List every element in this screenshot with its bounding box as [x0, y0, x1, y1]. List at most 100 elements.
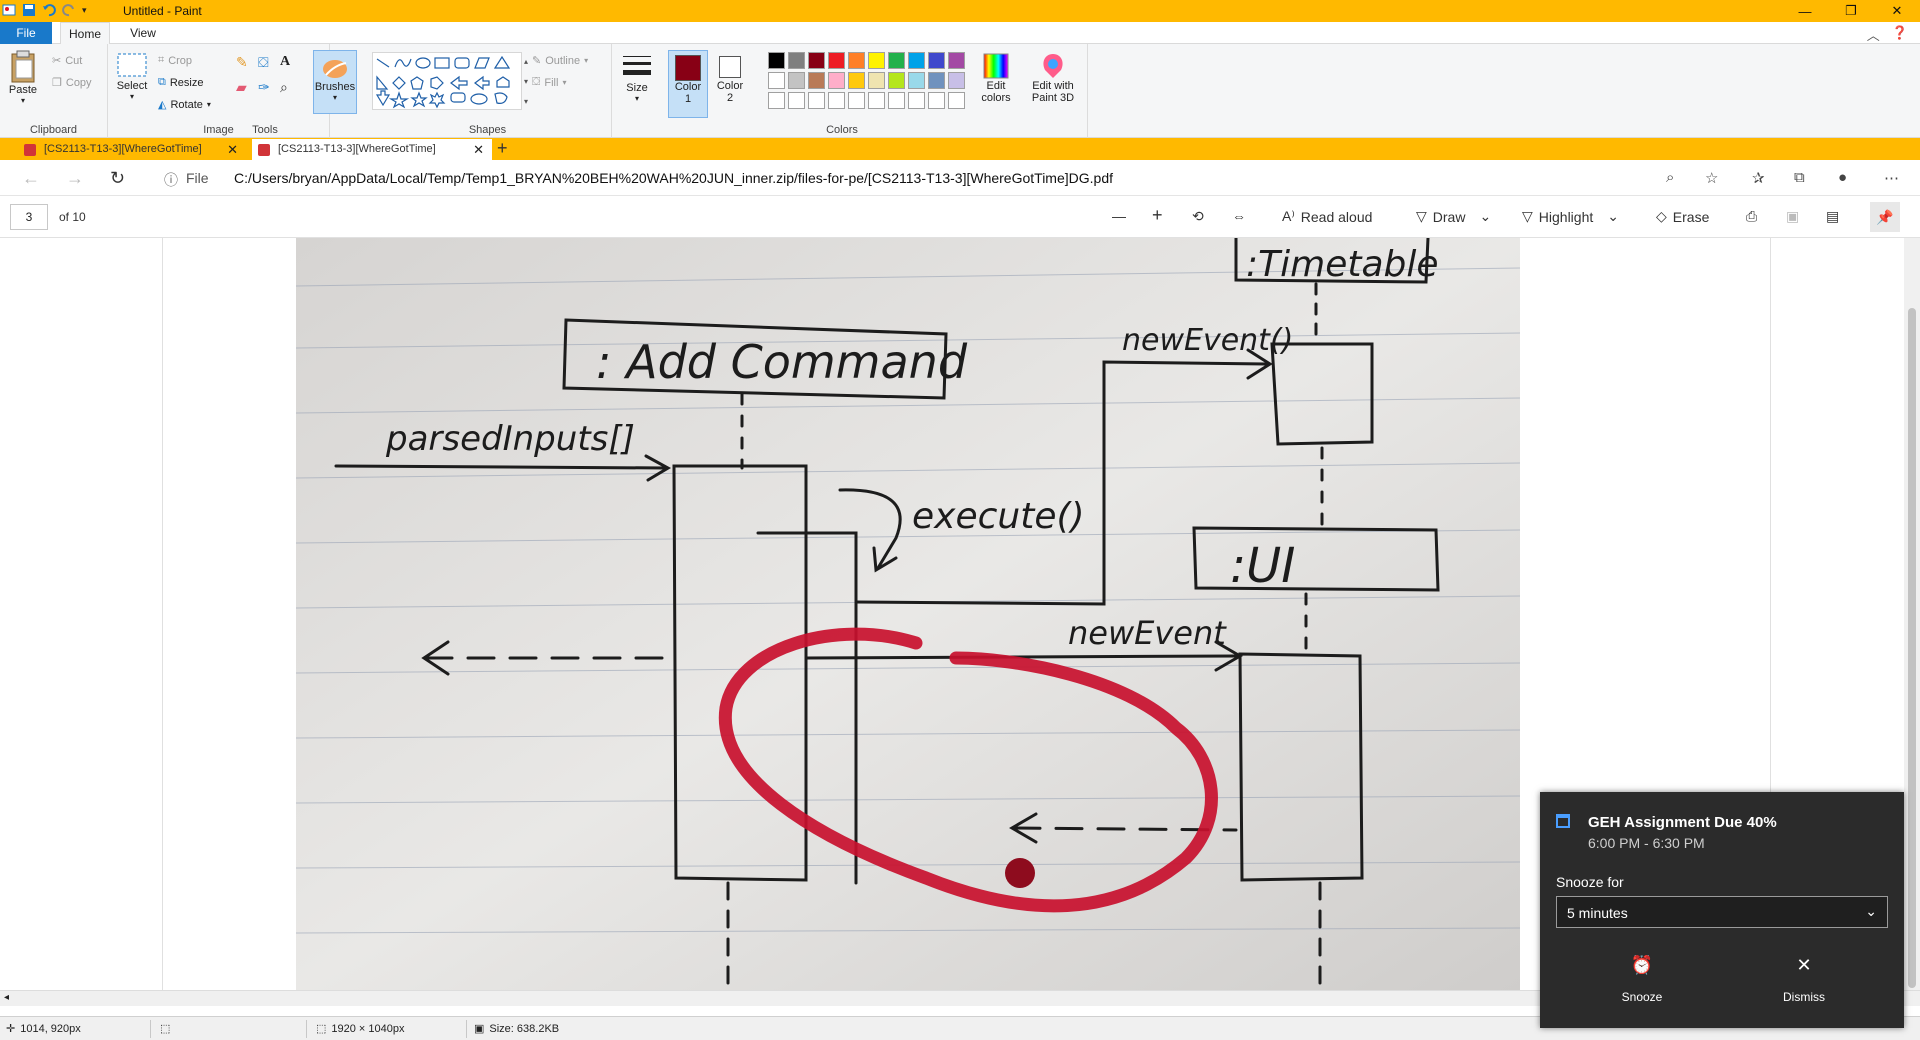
restore-button[interactable]: ❐	[1828, 0, 1874, 22]
more-icon[interactable]: ⋯	[1884, 169, 1899, 187]
palette-swatch[interactable]	[948, 52, 965, 69]
palette-swatch[interactable]	[888, 72, 905, 89]
color-picker-icon[interactable]: ✑	[258, 79, 280, 96]
fit-page-icon[interactable]: ⇔	[1232, 208, 1246, 224]
rotate-page-icon[interactable]: ⟲	[1192, 208, 1204, 225]
custom-color-slot[interactable]	[928, 92, 945, 109]
new-tab-icon[interactable]: +	[497, 138, 508, 158]
custom-color-slot[interactable]	[828, 92, 845, 109]
collapse-ribbon-icon[interactable]: ︿	[1867, 25, 1880, 44]
url-field[interactable]: ⓘ File C:/Users/bryan/AppData/Local/Temp…	[152, 164, 1722, 192]
paste-button[interactable]: Paste ▾	[8, 48, 38, 105]
text-icon[interactable]: A	[280, 54, 302, 71]
zoom-icon[interactable]: ⌕	[1666, 169, 1674, 186]
dismiss-button[interactable]: ✕ Dismiss	[1724, 952, 1884, 1012]
custom-color-slot[interactable]	[908, 92, 925, 109]
close-tab-icon[interactable]: ✕	[473, 139, 484, 160]
chevron-down-icon[interactable]: ⌄	[1607, 208, 1619, 225]
url-text[interactable]: C:/Users/bryan/AppData/Local/Temp/Temp1_…	[234, 170, 1113, 186]
pin-toolbar-icon[interactable]: 📌	[1870, 202, 1900, 232]
copy-button[interactable]: ❐ Copy	[52, 76, 92, 90]
palette-swatch[interactable]	[828, 72, 845, 89]
favorites-icon[interactable]: ✰	[1752, 169, 1765, 187]
erase-button[interactable]: ◇ Erase	[1656, 208, 1709, 225]
palette-swatch[interactable]	[768, 72, 785, 89]
back-icon[interactable]: ←	[22, 168, 40, 189]
read-aloud-button[interactable]: A⁾ Read aloud	[1282, 208, 1372, 225]
vertical-scrollbar[interactable]	[1904, 238, 1920, 990]
zoom-out-icon[interactable]: —	[1112, 208, 1126, 224]
custom-color-slot[interactable]	[768, 92, 785, 109]
close-button[interactable]: ✕	[1874, 0, 1920, 22]
page-number-input[interactable]: 3	[10, 204, 48, 230]
forward-icon[interactable]: →	[66, 168, 84, 189]
refresh-icon[interactable]: ↻	[110, 168, 125, 189]
fill-button[interactable]: ⛋ Fill ▾	[532, 76, 566, 89]
outline-button[interactable]: ✎ Outline ▾	[532, 54, 588, 68]
select-button[interactable]: Select ▾	[116, 50, 148, 101]
custom-color-slot[interactable]	[888, 92, 905, 109]
custom-color-slot[interactable]	[868, 92, 885, 109]
palette-swatch[interactable]	[868, 72, 885, 89]
eraser-icon[interactable]: ▰	[236, 79, 258, 96]
profile-avatar-icon[interactable]: ●	[1838, 169, 1847, 186]
size-button[interactable]: Size ▾	[617, 52, 657, 103]
custom-color-slot[interactable]	[788, 92, 805, 109]
draw-button[interactable]: ▽ Draw ⌄	[1416, 208, 1491, 225]
palette-swatch[interactable]	[868, 52, 885, 69]
palette-swatch[interactable]	[788, 72, 805, 89]
pencil-icon[interactable]: ✎	[236, 54, 258, 71]
favorite-star-icon[interactable]: ☆	[1705, 169, 1718, 187]
palette-swatch[interactable]	[808, 52, 825, 69]
save-icon[interactable]	[22, 3, 36, 17]
palette-swatch[interactable]	[808, 72, 825, 89]
snooze-duration-select[interactable]: 5 minutes ⌄	[1556, 896, 1888, 928]
save-icon[interactable]: ▣	[1786, 208, 1799, 225]
tab-view[interactable]: View	[118, 22, 168, 44]
custom-color-slot[interactable]	[848, 92, 865, 109]
custom-color-slot[interactable]	[948, 92, 965, 109]
edit-paint3d-button[interactable]: Edit with Paint 3D	[1022, 52, 1084, 104]
edit-colors-button[interactable]: Edit colors	[976, 52, 1016, 104]
snooze-button[interactable]: ⏰ Snooze	[1562, 952, 1722, 1012]
brushes-button[interactable]: Brushes ▾	[313, 50, 357, 114]
palette-swatch[interactable]	[848, 52, 865, 69]
fill-bucket-icon[interactable]: ⛋	[258, 54, 280, 71]
palette-swatch[interactable]	[788, 52, 805, 69]
browser-tab-2[interactable]: [CS2113-T13-3][WhereGotTime] ✕	[252, 139, 492, 160]
resize-button[interactable]: ⧉ Resize	[158, 76, 203, 89]
cut-button[interactable]: ✂ Cut	[52, 54, 82, 68]
tab-file[interactable]: File	[0, 22, 52, 44]
zoom-in-icon[interactable]: +	[1152, 205, 1163, 226]
close-tab-icon[interactable]: ✕	[227, 139, 238, 160]
crop-button[interactable]: ⌗ Crop	[158, 54, 192, 67]
palette-swatch[interactable]	[888, 52, 905, 69]
palette-swatch[interactable]	[848, 72, 865, 89]
highlight-button[interactable]: ▽ Highlight ⌄	[1522, 208, 1619, 225]
customize-qat-icon[interactable]: ▾	[82, 3, 90, 17]
palette-swatch[interactable]	[908, 72, 925, 89]
palette-swatch[interactable]	[948, 72, 965, 89]
chevron-down-icon[interactable]: ⌄	[1479, 208, 1491, 225]
custom-color-slot[interactable]	[808, 92, 825, 109]
palette-swatch[interactable]	[908, 52, 925, 69]
redo-icon[interactable]	[62, 3, 76, 17]
rotate-button[interactable]: ◭ Rotate ▾	[158, 98, 211, 112]
minimize-button[interactable]: —	[1782, 0, 1828, 22]
print-icon[interactable]: ⎙	[1746, 208, 1757, 225]
palette-swatch[interactable]	[768, 52, 785, 69]
save-as-icon[interactable]: ▤	[1826, 208, 1839, 225]
color2-button[interactable]: Color 2	[712, 50, 748, 104]
palette-swatch[interactable]	[928, 52, 945, 69]
tab-home[interactable]: Home	[60, 22, 110, 44]
scroll-left-icon[interactable]: ◂	[4, 992, 9, 1003]
shapes-gallery[interactable]	[372, 52, 522, 110]
palette-swatch[interactable]	[928, 72, 945, 89]
magnifier-icon[interactable]: ⌕	[280, 79, 302, 96]
collections-icon[interactable]: ⧉	[1794, 169, 1805, 186]
browser-tab-1[interactable]: [CS2113-T13-3][WhereGotTime] ✕	[18, 139, 246, 160]
info-icon[interactable]: ⓘ	[164, 170, 178, 190]
undo-icon[interactable]	[42, 3, 56, 17]
palette-swatch[interactable]	[828, 52, 845, 69]
color1-button[interactable]: Color 1	[668, 50, 708, 118]
